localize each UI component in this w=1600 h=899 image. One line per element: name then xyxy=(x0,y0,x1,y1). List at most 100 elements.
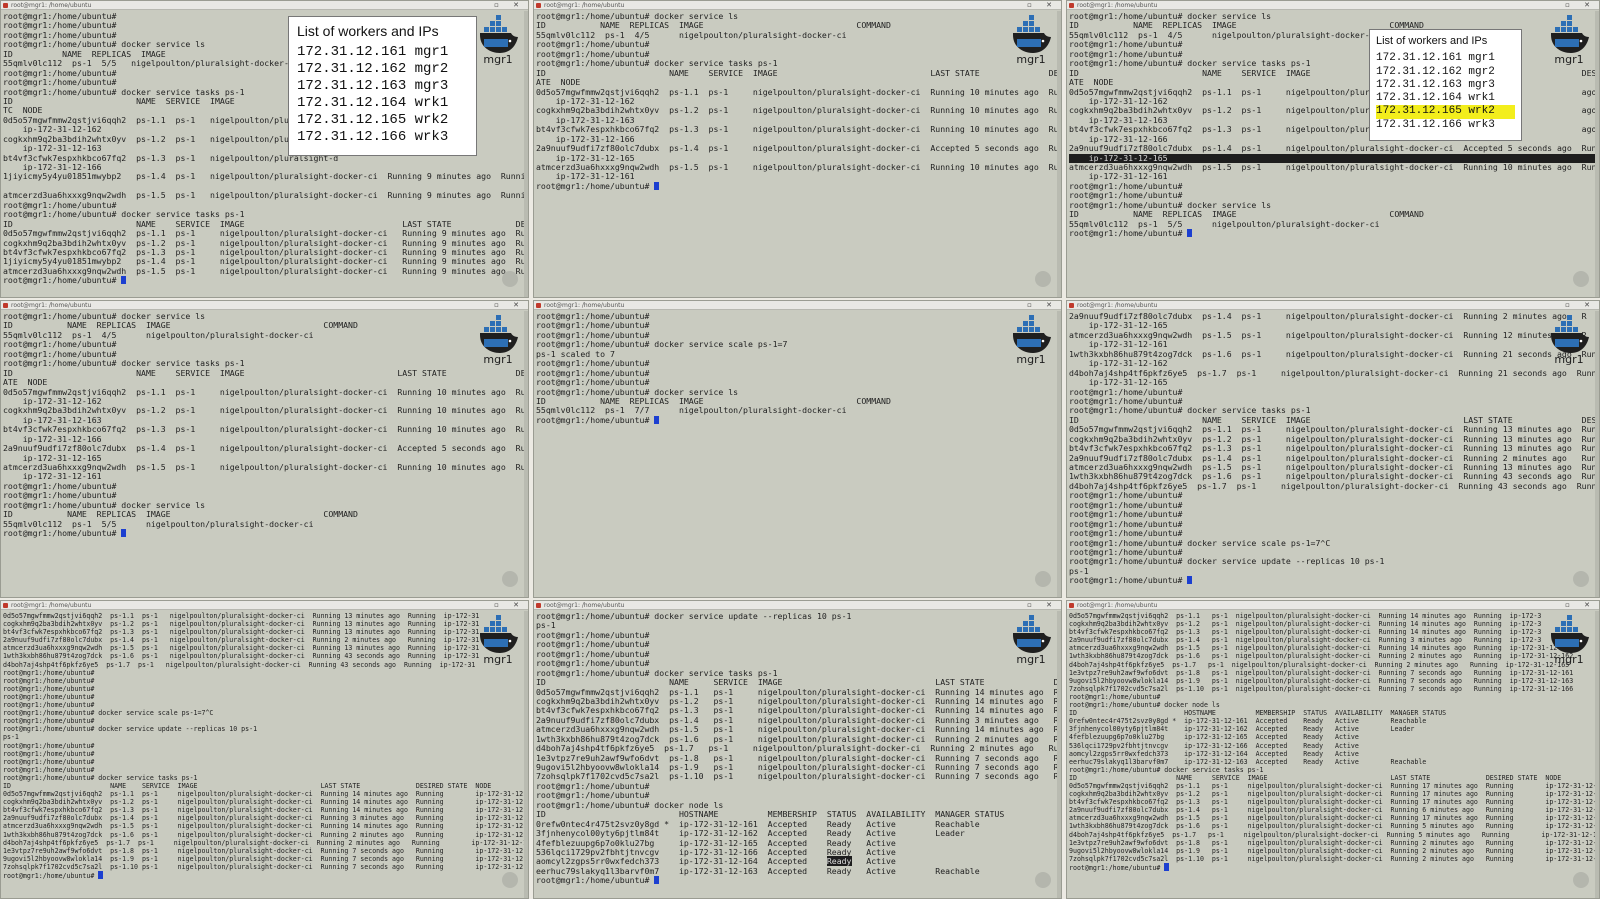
window-title: root@mgr1: /home/ubuntu xyxy=(544,302,625,309)
terminal-output[interactable]: root@mgr1:/home/ubuntu# docker service l… xyxy=(536,12,1059,297)
workers-list-title: List of workers and IPs xyxy=(297,23,439,39)
terminal-line: ID NAME SERVICE IMAGE LAST STATE DESIRED… xyxy=(1069,773,1562,782)
terminal-line: 9ugovi5l2hbyoovw8wlokla14 ps-1.9 ps-1 ni… xyxy=(1069,676,1574,685)
window-title: root@mgr1: /home/ubuntu xyxy=(11,602,92,609)
terminal-output[interactable]: root@mgr1:/home/ubuntu# root@mgr1:/home/u… xyxy=(536,312,1059,597)
terminal-pane-4[interactable]: root@mgr1: /home/ubuntu ▫ ✕ root@mgr1:/ho… xyxy=(0,300,529,598)
settings-button[interactable] xyxy=(502,271,518,287)
terminal-line: 1e3vtpz7re9uh2awf9wfo6dvt ps-1.8 ps-1 ni… xyxy=(1069,838,1597,847)
scrollbar[interactable] xyxy=(1595,11,1599,297)
window-titlebar[interactable]: root@mgr1: /home/ubuntu ▫ ✕ xyxy=(534,601,1061,610)
window-controls[interactable]: ▫ ✕ xyxy=(1027,601,1058,610)
terminal-line: root@mgr1:/home/ubuntu# xyxy=(3,765,95,774)
terminal-line: 0d5o57mgwfmmw2qstjvi6qqh2 ps-1.1 ps-1 ni… xyxy=(1069,612,1542,620)
scrollbar[interactable] xyxy=(1057,311,1061,597)
settings-button[interactable] xyxy=(1573,571,1589,587)
terminal-line: root@mgr1:/home/ubuntu# xyxy=(1069,692,1161,701)
terminal-pane-9[interactable]: root@mgr1: /home/ubuntu ▫ ✕ 0d5o57mgwfmmw… xyxy=(1066,600,1600,899)
host-label: mgr1 xyxy=(1016,653,1046,666)
host-label: mgr1 xyxy=(1016,53,1046,66)
terminal-pane-8[interactable]: root@mgr1: /home/ubuntu ▫ ✕ root@mgr1:/ho… xyxy=(533,600,1062,899)
scrollbar[interactable] xyxy=(1595,311,1599,597)
docker-logo: mgr1 xyxy=(476,313,520,369)
worker-ip-row: 172.31.12.163 mgr3 xyxy=(297,78,449,94)
scrollbar[interactable] xyxy=(1057,11,1061,297)
video-wall: root@mgr1: /home/ubuntu ▫ ✕ root@mgr1:/ho… xyxy=(0,0,1600,899)
scrollbar[interactable] xyxy=(1595,611,1599,898)
worker-ip-row: 172.31.12.166 wrk3 xyxy=(297,129,449,145)
window-title: root@mgr1: /home/ubuntu xyxy=(11,302,92,309)
window-controls[interactable]: ▫ ✕ xyxy=(1027,1,1058,10)
scrollbar[interactable] xyxy=(524,611,528,898)
terminal-output[interactable]: root@mgr1:/home/ubuntu# docker service u… xyxy=(536,612,1059,898)
window-controls[interactable]: ▫ ✕ xyxy=(494,301,525,310)
scrollbar[interactable] xyxy=(524,11,528,297)
terminal-pane-3[interactable]: root@mgr1: /home/ubuntu ▫ ✕ root@mgr1:/ho… xyxy=(1066,0,1600,298)
settings-button[interactable] xyxy=(1573,872,1589,888)
terminal-pane-2[interactable]: root@mgr1: /home/ubuntu ▫ ✕ root@mgr1:/ho… xyxy=(533,0,1062,298)
window-titlebar[interactable]: root@mgr1: /home/ubuntu ▫ ✕ xyxy=(1067,301,1599,310)
window-controls[interactable]: ▫ ✕ xyxy=(1027,301,1058,310)
terminal-line: root@mgr1:/home/ubuntu# docker service t… xyxy=(1069,765,1264,774)
terminal-output[interactable]: 0d5o57mgwfmmw2qstjvi6qqh2 ps-1.1 ps-1 ni… xyxy=(1069,612,1597,898)
host-label: mgr1 xyxy=(483,353,513,366)
terminal-line: 1jiyicmy5y4yu01851mwybp2 ps-1.4 ps-1 nig… xyxy=(3,171,526,182)
terminal-line: 1wth3kxbh86hu879t4zog7dck ps-1.6 ps-1 ni… xyxy=(3,652,480,661)
terminal-cursor xyxy=(1187,229,1193,238)
settings-button[interactable] xyxy=(502,571,518,587)
window-title: root@mgr1: /home/ubuntu xyxy=(1077,302,1158,309)
terminal-icon xyxy=(536,303,541,308)
settings-button[interactable] xyxy=(1035,271,1051,287)
settings-button[interactable] xyxy=(502,872,518,888)
terminal-line: 0d5o57mgwfmmw2qstjvi6qqh2 ps-1.1 ps-1 ni… xyxy=(3,612,480,620)
terminal-pane-6[interactable]: root@mgr1: /home/ubuntu ▫ ✕ 2a9nuuf9udfi7… xyxy=(1066,300,1600,598)
terminal-line: aomcyl2zgps5rr0wxfedch373 ip-172-31-12-1… xyxy=(1069,749,1359,758)
host-label: mgr1 xyxy=(483,53,513,66)
terminal-pane-5[interactable]: root@mgr1: /home/ubuntu ▫ ✕ root@mgr1:/ho… xyxy=(533,300,1062,598)
window-controls[interactable]: ▫ ✕ xyxy=(494,1,525,10)
terminal-line: root@mgr1:/home/ubuntu# xyxy=(3,871,526,880)
window-titlebar[interactable]: root@mgr1: /home/ubuntu ▫ ✕ xyxy=(1,301,528,310)
terminal-line: root@mgr1:/home/ubuntu# xyxy=(3,528,526,538)
terminal-output[interactable]: 2a9nuuf9udfi7zf80olc7dubx ps-1.4 ps-1 ni… xyxy=(1069,312,1597,597)
settings-button[interactable] xyxy=(1035,872,1051,888)
window-controls[interactable]: ▫ ✕ xyxy=(1565,301,1596,310)
window-title: root@mgr1: /home/ubuntu xyxy=(1077,2,1158,9)
terminal-cursor xyxy=(121,529,127,538)
terminal-line: ps-1 xyxy=(3,733,19,742)
terminal-cursor xyxy=(654,876,660,885)
worker-ip-row: 172.31.12.164 wrk1 xyxy=(1376,92,1495,105)
terminal-line: d4boh7aj4shp4tf6pkfz6ye5 ps-1.7 ps-1 nig… xyxy=(3,660,476,669)
settings-button[interactable] xyxy=(1035,571,1051,587)
terminal-output[interactable]: 0d5o57mgwfmmw2qstjvi6qqh2 ps-1.1 ps-1 ni… xyxy=(3,612,526,898)
terminal-output[interactable]: root@mgr1:/home/ubuntu# docker service l… xyxy=(3,312,526,597)
terminal-line: d4boh7aj4shp4tf6pkfz6ye5 ps-1.7 ps-1 nig… xyxy=(1069,660,1570,669)
scrollbar[interactable] xyxy=(524,311,528,597)
host-label: mgr1 xyxy=(1016,353,1046,366)
window-controls[interactable]: ▫ ✕ xyxy=(1565,1,1596,10)
terminal-line: atmcerzd3ua6hxxxg9nqw2wdh ps-1.5 ps-1 ni… xyxy=(1069,644,1574,653)
window-titlebar[interactable]: root@mgr1: /home/ubuntu ▫ ✕ xyxy=(534,1,1061,10)
settings-button[interactable] xyxy=(1573,271,1589,287)
window-titlebar[interactable]: root@mgr1: /home/ubuntu ▫ ✕ xyxy=(1067,1,1599,10)
terminal-cursor xyxy=(654,415,660,424)
whale-icon xyxy=(480,15,518,53)
window-titlebar[interactable]: root@mgr1: /home/ubuntu ▫ ✕ xyxy=(1,601,528,610)
docker-logo: mgr1 xyxy=(1009,313,1053,369)
window-controls[interactable]: ▫ ✕ xyxy=(1565,601,1596,610)
window-titlebar[interactable]: root@mgr1: /home/ubuntu ▫ ✕ xyxy=(1,1,528,10)
terminal-line: root@mgr1:/home/ubuntu# xyxy=(3,701,95,710)
terminal-line: root@mgr1:/home/ubuntu# xyxy=(3,692,95,701)
terminal-pane-1[interactable]: root@mgr1: /home/ubuntu ▫ ✕ root@mgr1:/ho… xyxy=(0,0,529,298)
host-label: mgr1 xyxy=(1554,353,1584,366)
terminal-line: 0d5o57mgwfmmw2qstjvi6qqh2 ps-1.1 ps-1 ni… xyxy=(1069,781,1597,790)
docker-logo: mgr1 xyxy=(476,13,520,69)
terminal-line: 7zohsqlpk7f1702cvd5c7sa2l ps-1.10 ps-1 n… xyxy=(1069,684,1574,693)
window-title: root@mgr1: /home/ubuntu xyxy=(11,2,92,9)
terminal-pane-7[interactable]: root@mgr1: /home/ubuntu ▫ ✕ 0d5o57mgwfmmw… xyxy=(0,600,529,899)
terminal-line: root@mgr1:/home/ubuntu# xyxy=(536,875,1059,885)
scrollbar[interactable] xyxy=(1057,611,1061,898)
window-titlebar[interactable]: root@mgr1: /home/ubuntu ▫ ✕ xyxy=(1067,601,1599,610)
window-controls[interactable]: ▫ ✕ xyxy=(494,601,525,610)
window-titlebar[interactable]: root@mgr1: /home/ubuntu ▫ ✕ xyxy=(534,301,1061,310)
